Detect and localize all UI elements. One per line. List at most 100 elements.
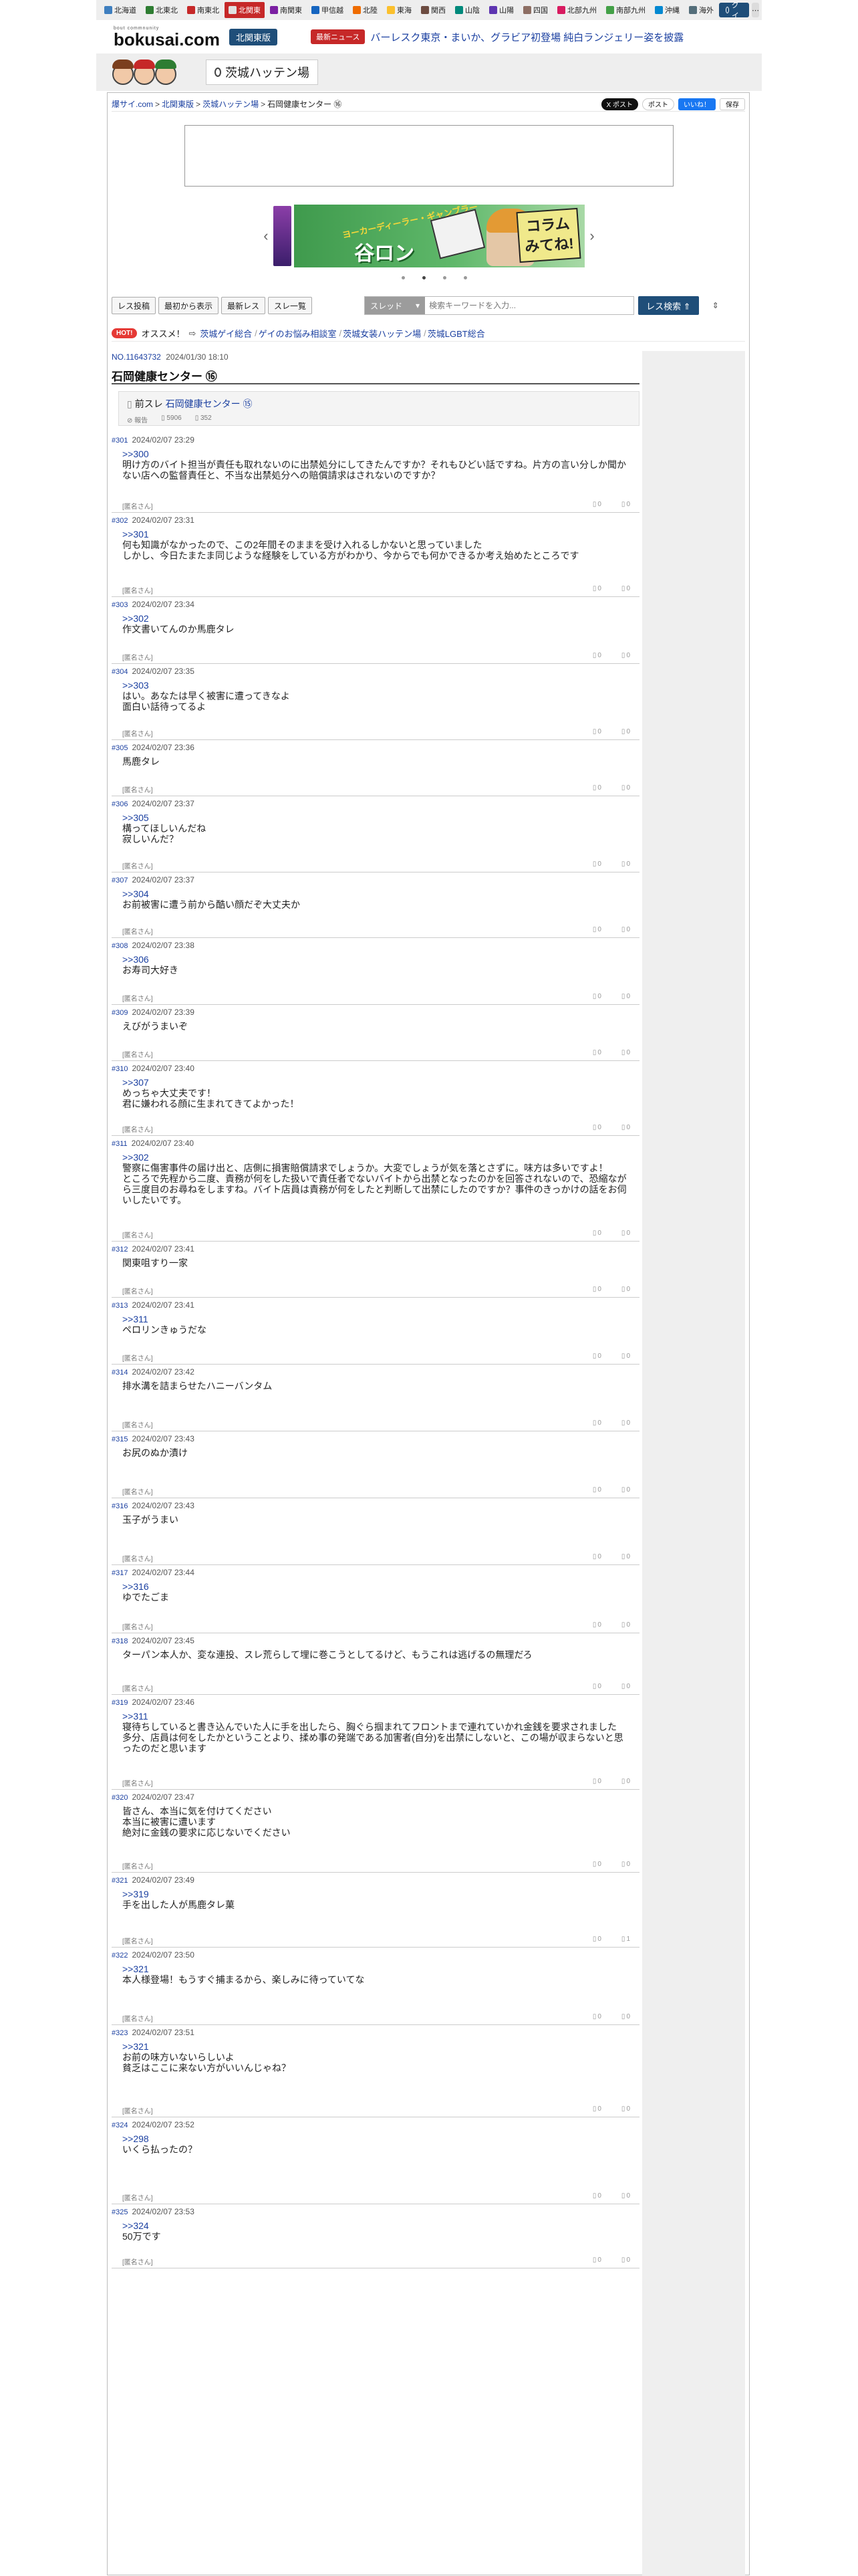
region-link[interactable]: 沖縄 xyxy=(651,2,684,18)
downvote-button[interactable]: 0 xyxy=(621,860,630,868)
post-number-link[interactable]: #305 xyxy=(112,744,128,752)
reply-anchor-link[interactable]: >>311 xyxy=(122,1314,148,1324)
upvote-button[interactable]: 0 xyxy=(593,2192,601,2200)
reply-anchor-link[interactable]: >>311 xyxy=(122,1711,148,1722)
reply-anchor-link[interactable]: >>305 xyxy=(122,812,149,823)
region-link[interactable]: 関西 xyxy=(417,2,450,18)
area-chip[interactable]: 茨城ハッテン場 xyxy=(206,60,318,85)
post-reply-button[interactable]: レス投稿 xyxy=(112,297,156,314)
downvote-button[interactable]: 0 xyxy=(621,1486,630,1494)
login-button[interactable]: ログイン xyxy=(719,1,749,31)
region-link[interactable]: 四国 xyxy=(519,2,552,18)
downvote-button[interactable]: 0 xyxy=(621,652,630,659)
region-link[interactable]: 北部九州 xyxy=(553,2,601,18)
reply-anchor-link[interactable]: >>307 xyxy=(122,1077,149,1088)
region-link[interactable]: 南関東 xyxy=(266,2,306,18)
post-number-link[interactable]: #304 xyxy=(112,668,128,676)
carousel-prev-slide[interactable] xyxy=(273,206,292,266)
region-link[interactable]: 北東北 xyxy=(142,2,182,18)
downvote-button[interactable]: 0 xyxy=(621,1553,630,1560)
breadcrumb-home[interactable]: 爆サイ.com xyxy=(112,98,153,110)
upvote-button[interactable]: 0 xyxy=(593,2105,601,2113)
post-number-link[interactable]: #303 xyxy=(112,601,128,609)
like-button[interactable]: いいね！ xyxy=(678,98,716,110)
carousel-dot[interactable] xyxy=(443,276,446,279)
post-number-link[interactable]: #317 xyxy=(112,1569,128,1577)
reply-anchor-link[interactable]: >>316 xyxy=(122,1581,149,1592)
upvote-button[interactable]: 0 xyxy=(593,1683,601,1690)
downvote-button[interactable]: 0 xyxy=(621,1124,630,1131)
post-number-link[interactable]: #325 xyxy=(112,2208,128,2216)
site-logo[interactable]: bout commnunity bokusai.com xyxy=(114,26,220,48)
upvote-button[interactable]: 0 xyxy=(593,784,601,792)
breadcrumb-category[interactable]: 茨城ハッテン場 xyxy=(202,98,259,110)
scroll-toggle-icon[interactable]: ⇕ xyxy=(712,301,719,310)
reply-anchor-link[interactable]: >>321 xyxy=(122,1964,149,1974)
post-number-link[interactable]: #308 xyxy=(112,942,128,950)
region-link[interactable]: 北関東 xyxy=(225,2,265,18)
recommend-link[interactable]: ゲイのお悩み相談室 xyxy=(259,327,337,340)
upvote-button[interactable]: 0 xyxy=(593,993,601,1000)
post-number-link[interactable]: #319 xyxy=(112,1699,128,1707)
post-number-link[interactable]: #302 xyxy=(112,517,128,525)
region-link[interactable]: 甲信越 xyxy=(307,2,347,18)
news-headline-link[interactable]: バーレスク東京・まいか、グラビア初登場 純白ランジェリー姿を披露 xyxy=(370,30,684,44)
more-menu-icon[interactable]: ⋯ xyxy=(752,3,759,17)
post-number-link[interactable]: #324 xyxy=(112,2121,128,2129)
downvote-button[interactable]: 0 xyxy=(621,1286,630,1293)
ad-slot[interactable] xyxy=(184,125,674,187)
post-number-link[interactable]: #316 xyxy=(112,1502,128,1510)
region-chip[interactable]: 北関東版 xyxy=(229,28,277,45)
downvote-button[interactable]: 0 xyxy=(621,926,630,933)
upvote-button[interactable]: 0 xyxy=(593,1124,601,1131)
upvote-button[interactable]: 0 xyxy=(593,1049,601,1056)
post-number-link[interactable]: #310 xyxy=(112,1065,128,1073)
region-link[interactable]: 海外 xyxy=(685,2,718,18)
upvote-button[interactable]: 0 xyxy=(593,2256,601,2264)
reply-anchor-link[interactable]: >>302 xyxy=(122,613,149,624)
post-number-link[interactable]: #313 xyxy=(112,1302,128,1310)
post-number-link[interactable]: #309 xyxy=(112,1009,128,1017)
downvote-button[interactable]: 0 xyxy=(621,1230,630,1237)
reply-anchor-link[interactable]: >>321 xyxy=(122,2041,149,2052)
carousel-dot[interactable] xyxy=(464,276,467,279)
post-number-link[interactable]: #318 xyxy=(112,1637,128,1645)
recommend-link[interactable]: 茨城LGBT総合 xyxy=(428,327,485,340)
post-number-link[interactable]: #311 xyxy=(112,1140,128,1148)
downvote-button[interactable]: 0 xyxy=(621,1049,630,1056)
thread-number[interactable]: NO.11643732 xyxy=(112,352,161,362)
show-from-start-button[interactable]: 最初から表示 xyxy=(158,297,219,314)
region-link[interactable]: 北陸 xyxy=(349,2,382,18)
upvote-button[interactable]: 0 xyxy=(593,1353,601,1360)
downvote-button[interactable]: 0 xyxy=(621,2105,630,2113)
upvote-button[interactable]: 0 xyxy=(593,652,601,659)
upvote-button[interactable]: 0 xyxy=(593,1936,601,1943)
recommend-link[interactable]: 茨城女装ハッテン場 xyxy=(343,327,421,340)
latest-replies-button[interactable]: 最新レス xyxy=(221,297,266,314)
region-link[interactable]: 山陽 xyxy=(485,2,518,18)
reply-anchor-link[interactable]: >>301 xyxy=(122,529,149,540)
upvote-button[interactable]: 0 xyxy=(593,1553,601,1560)
downvote-button[interactable]: 0 xyxy=(621,2192,630,2200)
post-number-link[interactable]: #315 xyxy=(112,1435,128,1443)
downvote-button[interactable]: 0 xyxy=(621,1621,630,1629)
upvote-button[interactable]: 0 xyxy=(593,1419,601,1427)
region-link[interactable]: 南部九州 xyxy=(602,2,650,18)
post-number-link[interactable]: #301 xyxy=(112,437,128,445)
downvote-button[interactable]: 0 xyxy=(621,501,630,508)
downvote-button[interactable]: 0 xyxy=(621,1353,630,1360)
downvote-button[interactable]: 0 xyxy=(621,1778,630,1785)
upvote-button[interactable]: 0 xyxy=(593,1486,601,1494)
recommend-link[interactable]: 茨城ゲイ総合 xyxy=(200,327,252,340)
post-number-link[interactable]: #323 xyxy=(112,2029,128,2037)
region-link[interactable]: 南東北 xyxy=(183,2,223,18)
region-link[interactable]: 東海 xyxy=(383,2,416,18)
post-number-link[interactable]: #321 xyxy=(112,1877,128,1885)
carousel-prev-icon[interactable]: ‹ xyxy=(259,227,273,245)
reply-anchor-link[interactable]: >>298 xyxy=(122,2133,149,2144)
reply-anchor-link[interactable]: >>302 xyxy=(122,1152,149,1163)
search-button[interactable]: レス検索 ⇑ xyxy=(638,296,699,315)
upvote-button[interactable]: 0 xyxy=(593,1621,601,1629)
post-number-link[interactable]: #314 xyxy=(112,1369,128,1377)
downvote-button[interactable]: 0 xyxy=(621,1419,630,1427)
